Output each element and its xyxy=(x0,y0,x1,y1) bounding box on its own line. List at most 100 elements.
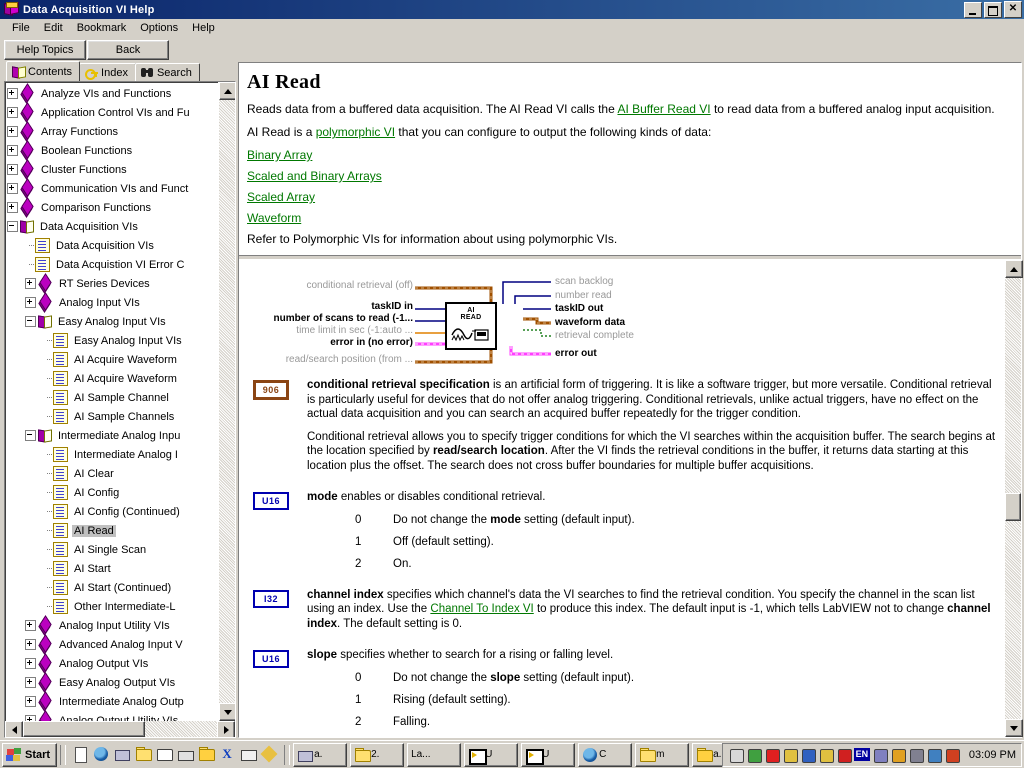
tab-index[interactable]: Index xyxy=(79,63,136,81)
printer-icon[interactable] xyxy=(177,746,195,763)
tree-scroll-up-button[interactable] xyxy=(219,82,235,100)
maximize-button[interactable] xyxy=(984,1,1002,18)
task-button[interactable]: U xyxy=(464,742,519,767)
ati-icon[interactable] xyxy=(836,747,852,763)
tree-item[interactable]: AI Start (Continued) xyxy=(5,578,218,597)
minimize-button[interactable] xyxy=(964,1,982,18)
folder-icon[interactable] xyxy=(135,746,153,763)
tree-item[interactable]: AI Acquire Waveform xyxy=(5,369,218,388)
tree-item[interactable]: Data Acquisition VIs xyxy=(5,236,218,255)
tree-item[interactable]: Easy Analog Input VIs xyxy=(5,312,218,331)
tree-item[interactable]: Other Intermediate-L xyxy=(5,597,218,616)
expand-icon[interactable] xyxy=(25,677,36,688)
tree-item[interactable]: Application Control VIs and Fu xyxy=(5,102,218,123)
tree-hscroll-thumb[interactable] xyxy=(23,721,145,737)
expand-icon[interactable] xyxy=(25,278,36,289)
topic-vertical-scrollbar[interactable] xyxy=(1004,260,1023,737)
ai-buffer-read-vi-link[interactable]: AI Buffer Read VI xyxy=(617,102,710,116)
mouse-icon[interactable] xyxy=(728,747,744,763)
tree-item[interactable]: Analog Output VIs xyxy=(5,653,218,674)
menu-item-edit[interactable]: Edit xyxy=(37,20,70,36)
menu-item-help[interactable]: Help xyxy=(185,20,222,36)
tree-item[interactable]: Intermediate Analog Inpu xyxy=(5,426,218,445)
binary-array-link[interactable]: Binary Array xyxy=(247,148,312,162)
start-button[interactable]: Start xyxy=(2,742,58,767)
tree-item[interactable]: AI Config (Continued) xyxy=(5,502,218,521)
window-icon[interactable] xyxy=(156,746,174,763)
task-button-list[interactable]: a.2.La...UUCma.MD xyxy=(293,742,722,767)
expand-icon[interactable] xyxy=(25,620,36,631)
expand-icon[interactable] xyxy=(7,145,18,156)
expand-icon[interactable] xyxy=(7,126,18,137)
close-button[interactable]: ✕ xyxy=(1004,1,1022,18)
expand-icon[interactable] xyxy=(25,715,36,721)
tree-item[interactable]: Comparison Functions xyxy=(5,197,218,218)
tree-item[interactable]: AI Acquire Waveform xyxy=(5,350,218,369)
tree-item[interactable]: Array Functions xyxy=(5,121,218,142)
tree-item[interactable]: Analyze VIs and Functions xyxy=(5,83,218,104)
excel-icon[interactable]: X xyxy=(219,746,236,763)
topic-scroll-down-button[interactable] xyxy=(1005,719,1023,737)
tree-vertical-scrollbar[interactable] xyxy=(218,82,235,721)
tree-item[interactable]: Data Acquistion VI Error C xyxy=(5,255,218,274)
speaker-icon[interactable] xyxy=(746,747,762,763)
tree-item[interactable]: AI Sample Channels xyxy=(5,407,218,426)
tray-icon-list[interactable]: EN xyxy=(728,747,960,763)
collapse-icon[interactable] xyxy=(7,221,18,232)
expand-icon[interactable] xyxy=(7,202,18,213)
tree-item[interactable]: Easy Analog Output VIs xyxy=(5,672,218,693)
tree-horizontal-scrollbar[interactable] xyxy=(5,721,235,737)
mail-icon[interactable] xyxy=(240,746,258,763)
java-icon[interactable] xyxy=(944,747,960,763)
display-icon[interactable] xyxy=(872,747,888,763)
tree-item[interactable]: Intermediate Analog I xyxy=(5,445,218,464)
tree-item[interactable]: Intermediate Analog Outp xyxy=(5,691,218,712)
tree-item[interactable]: AI Read xyxy=(5,521,218,540)
tree-item[interactable]: Boolean Functions xyxy=(5,140,218,161)
show-desktop-icon[interactable] xyxy=(72,746,89,763)
back-button[interactable]: Back xyxy=(87,40,169,60)
channel-to-index-vi-link[interactable]: Channel To Index VI xyxy=(430,603,533,615)
shield-icon[interactable] xyxy=(782,747,798,763)
task-button[interactable]: La... xyxy=(407,742,462,767)
task-button[interactable]: a. xyxy=(692,742,722,767)
tree-item[interactable]: AI Config xyxy=(5,483,218,502)
task-button[interactable]: C xyxy=(578,742,633,767)
tree-item[interactable]: Cluster Functions xyxy=(5,159,218,180)
no-entry-icon[interactable] xyxy=(764,747,780,763)
quick-launch-bar[interactable]: X xyxy=(69,745,281,763)
tree-item[interactable]: AI Sample Channel xyxy=(5,388,218,407)
expand-icon[interactable] xyxy=(7,88,18,99)
collapse-icon[interactable] xyxy=(25,316,36,327)
expand-icon[interactable] xyxy=(25,297,36,308)
expand-icon[interactable] xyxy=(25,639,36,650)
globe-icon[interactable] xyxy=(926,747,942,763)
collapse-icon[interactable] xyxy=(25,430,36,441)
tree-item[interactable]: RT Series Devices xyxy=(5,273,218,294)
scaled-array-link[interactable]: Scaled Array xyxy=(247,190,315,204)
menu-item-options[interactable]: Options xyxy=(133,20,185,36)
expand-icon[interactable] xyxy=(7,183,18,194)
expand-icon[interactable] xyxy=(25,658,36,669)
scaled-and-binary-arrays-link[interactable]: Scaled and Binary Arrays xyxy=(247,169,382,183)
tree-item[interactable]: AI Single Scan xyxy=(5,540,218,559)
network-status-icon[interactable] xyxy=(908,747,924,763)
pencil-icon[interactable] xyxy=(260,745,278,763)
tree-item[interactable]: Analog Output Utility VIs xyxy=(5,710,218,721)
task-button[interactable]: U xyxy=(521,742,576,767)
expand-icon[interactable] xyxy=(25,696,36,707)
menu-item-bookmark[interactable]: Bookmark xyxy=(70,20,134,36)
waveform-link[interactable]: Waveform xyxy=(247,211,301,225)
clock[interactable]: 03:09 PM xyxy=(963,749,1016,761)
tree-item[interactable]: Communication VIs and Funct xyxy=(5,178,218,199)
language-en-icon[interactable]: EN xyxy=(853,747,870,763)
tree-item[interactable]: Data Acquisition VIs xyxy=(5,217,218,236)
folder-open-icon[interactable] xyxy=(198,746,216,763)
expand-icon[interactable] xyxy=(7,164,18,175)
tree-item[interactable]: Analog Input VIs xyxy=(5,292,218,313)
tab-contents[interactable]: Contents xyxy=(6,61,81,81)
tree-item[interactable]: Easy Analog Input VIs xyxy=(5,331,218,350)
tree-scroll-down-button[interactable] xyxy=(219,703,235,721)
network-icon[interactable] xyxy=(114,746,131,763)
menu-item-file[interactable]: File xyxy=(5,20,37,36)
